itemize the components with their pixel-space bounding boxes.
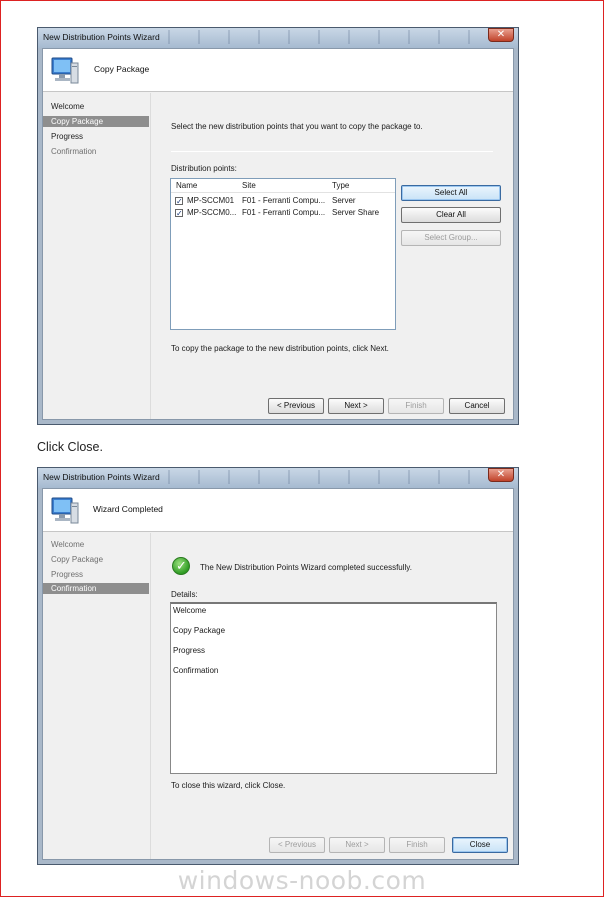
copy-package-wizard-window: New Distribution Points Wizard ✕ Copy Pa… <box>37 27 519 425</box>
instruction-text: Select the new distribution points that … <box>171 122 423 131</box>
column-header-type[interactable]: Type <box>332 181 349 190</box>
success-message: The New Distribution Points Wizard compl… <box>200 563 412 572</box>
row-site: F01 - Ferranti Compu... <box>242 196 326 205</box>
wizard-nav: Welcome Copy Package Progress Confirmati… <box>43 533 151 859</box>
wizard-header: Wizard Completed <box>43 489 513 532</box>
close-instruction-text: To close this wizard, click Close. <box>171 781 286 790</box>
wizard-header: Copy Package <box>43 49 513 92</box>
previous-button[interactable]: < Previous <box>268 398 324 414</box>
detail-item-progress: Progress <box>173 646 206 655</box>
next-button[interactable]: Next > <box>328 398 384 414</box>
step-caption: Click Close. <box>37 440 103 454</box>
next-button[interactable]: Next > <box>329 837 385 853</box>
wizard-body: Wizard Completed Welcome Copy Package Pr… <box>42 488 514 860</box>
select-all-button[interactable]: Select All <box>401 185 501 201</box>
row-site: F01 - Ferranti Compu... <box>242 208 326 217</box>
detail-item-confirmation: Confirmation <box>173 666 219 675</box>
nav-item-welcome[interactable]: Welcome <box>43 101 149 112</box>
next-instruction-text: To copy the package to the new distribut… <box>171 344 389 353</box>
computer-icon <box>51 57 79 84</box>
success-check-glyph: ✓ <box>176 558 187 573</box>
divider <box>171 151 493 152</box>
details-label: Details: <box>171 590 198 599</box>
row-name: MP-SCCM0... <box>187 208 237 217</box>
row-checkbox[interactable]: ✓ <box>175 209 183 218</box>
window-close-button[interactable]: ✕ <box>488 468 514 482</box>
window-title: New Distribution Points Wizard <box>43 32 160 42</box>
wizard-content: ✓ The New Distribution Points Wizard com… <box>152 533 513 859</box>
nav-item-progress[interactable]: Progress <box>43 131 149 142</box>
detail-item-copy-package: Copy Package <box>173 626 226 635</box>
detail-item-welcome: Welcome <box>173 606 207 615</box>
row-checkbox[interactable]: ✓ <box>175 197 183 206</box>
computer-icon <box>51 497 79 524</box>
finish-button[interactable]: Finish <box>389 837 445 853</box>
nav-item-progress: Progress <box>51 570 84 579</box>
nav-item-copy-package: Copy Package <box>51 555 104 564</box>
table-row[interactable]: ✓ MP-SCCM01 F01 - Ferranti Compu... Serv… <box>171 195 395 207</box>
row-name: MP-SCCM01 <box>187 196 235 205</box>
cancel-button[interactable]: Cancel <box>449 398 505 414</box>
window-title: New Distribution Points Wizard <box>43 472 160 482</box>
row-type: Server <box>332 196 356 205</box>
list-header: Name Site Type <box>171 179 395 193</box>
previous-button[interactable]: < Previous <box>269 837 325 853</box>
page-title: Copy Package <box>94 64 150 74</box>
close-button[interactable]: Close <box>452 837 508 853</box>
select-group-button[interactable]: Select Group... <box>401 230 501 246</box>
details-box[interactable]: Welcome Copy Package Progress Confirmati… <box>170 602 497 774</box>
row-type: Server Share <box>332 208 380 217</box>
column-header-site[interactable]: Site <box>242 181 256 190</box>
clear-all-button[interactable]: Clear All <box>401 207 501 223</box>
distribution-points-list[interactable]: Name Site Type ✓ MP-SCCM01 F01 - Ferrant… <box>170 178 396 330</box>
watermark-text: windows-noob.com <box>177 866 427 895</box>
table-row[interactable]: ✓ MP-SCCM0... F01 - Ferranti Compu... Se… <box>171 207 395 219</box>
window-close-button[interactable]: ✕ <box>488 28 514 42</box>
finish-button[interactable]: Finish <box>388 398 444 414</box>
wizard-content: Select the new distribution points that … <box>152 93 513 419</box>
nav-item-welcome: Welcome <box>51 540 85 549</box>
nav-item-confirmation: Confirmation <box>51 147 97 156</box>
page-title: Wizard Completed <box>93 504 163 514</box>
distribution-points-label: Distribution points: <box>171 164 237 173</box>
nav-item-copy-package[interactable]: Copy Package <box>43 116 149 127</box>
nav-item-confirmation[interactable]: Confirmation <box>43 583 149 594</box>
wizard-nav: Welcome Copy Package Progress Confirmati… <box>43 93 151 419</box>
wizard-completed-window: New Distribution Points Wizard ✕ Wizard … <box>37 467 519 865</box>
success-check-icon: ✓ <box>172 557 190 575</box>
column-header-name[interactable]: Name <box>176 181 197 190</box>
wizard-body: Copy Package Welcome Copy Package Progre… <box>42 48 514 420</box>
